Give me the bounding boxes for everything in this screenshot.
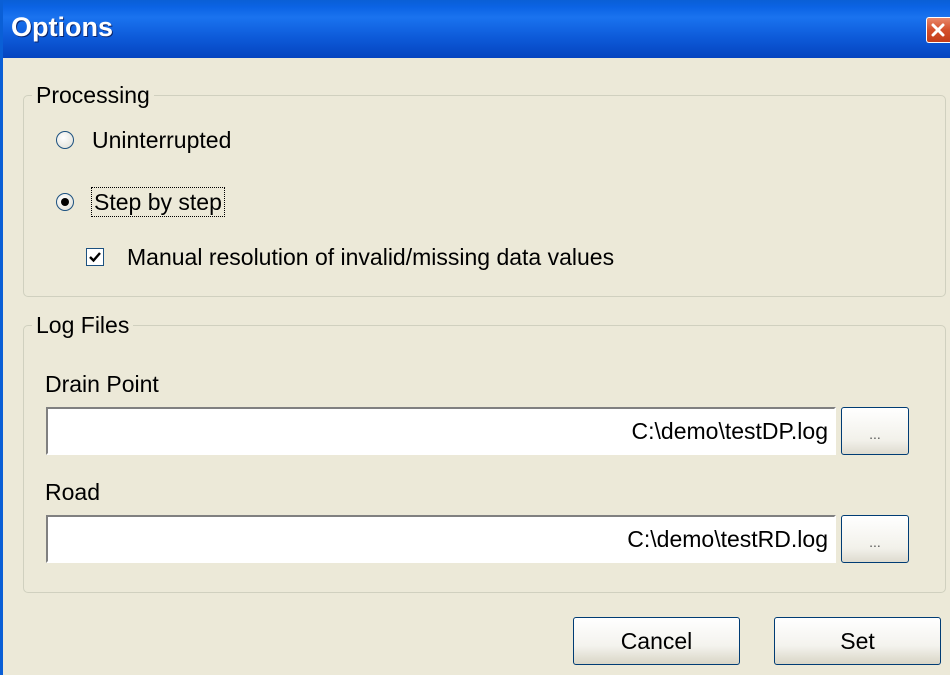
road-browse-button[interactable]: ... — [841, 515, 909, 563]
manual-resolution-checkbox[interactable] — [86, 248, 104, 266]
road-path-field[interactable]: C:\demo\testRD.log — [46, 515, 836, 563]
processing-group: Processing Uninterrupted Step by step Ma… — [23, 81, 946, 297]
title-bar[interactable]: Options — [3, 0, 950, 58]
road-label: Road — [45, 479, 100, 505]
cancel-button[interactable]: Cancel — [573, 617, 740, 665]
set-button[interactable]: Set — [774, 617, 941, 665]
window-title: Options — [11, 12, 113, 42]
log-files-group: Log Files Drain Point C:\demo\testDP.log… — [23, 311, 946, 593]
processing-legend: Processing — [32, 81, 154, 109]
log-files-legend: Log Files — [32, 311, 134, 339]
drain-point-path-field[interactable]: C:\demo\testDP.log — [46, 407, 836, 455]
close-button[interactable] — [926, 17, 950, 43]
radio-uninterrupted-label: Uninterrupted — [92, 127, 232, 153]
close-icon — [931, 23, 945, 37]
check-icon — [89, 252, 101, 263]
drain-point-browse-button[interactable]: ... — [841, 407, 909, 455]
radio-uninterrupted-indicator[interactable] — [56, 131, 74, 149]
radio-step-by-step-indicator[interactable] — [56, 193, 74, 211]
manual-resolution-label: Manual resolution of invalid/missing dat… — [127, 244, 615, 270]
options-dialog: Options Processing Uninterrupted Step by… — [0, 0, 950, 675]
drain-point-label: Drain Point — [45, 371, 159, 397]
radio-step-by-step-label: Step by step — [91, 187, 225, 217]
